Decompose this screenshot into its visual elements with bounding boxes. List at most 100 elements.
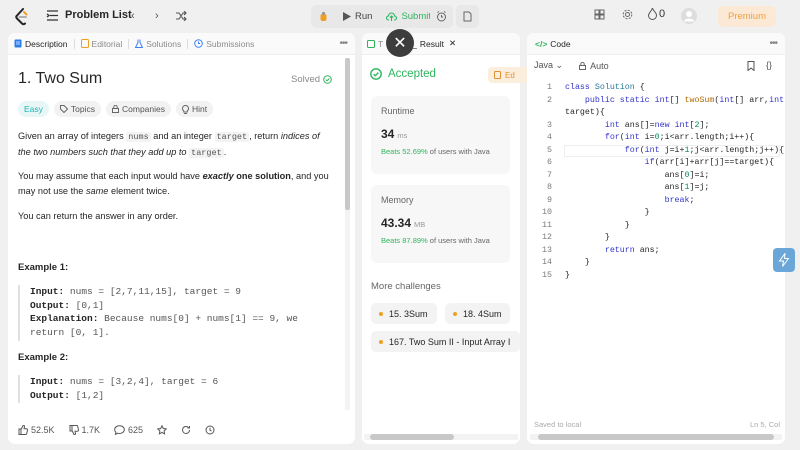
- tab-description[interactable]: Description: [8, 39, 74, 49]
- flask-icon: [135, 39, 144, 48]
- lock-icon: [579, 61, 587, 70]
- tab-code-label: Code: [550, 38, 571, 49]
- streak-counter[interactable]: 0: [648, 8, 665, 20]
- assumption-paragraph: You may assume that each input would hav…: [18, 171, 329, 196]
- layout-grid-icon[interactable]: [594, 9, 605, 20]
- code-line[interactable]: target){: [527, 107, 784, 120]
- tab-submissions[interactable]: Submissions: [188, 39, 260, 49]
- description-scrollbar[interactable]: [344, 58, 351, 418]
- code-line[interactable]: 5 for(int j=i+1;j<arr.length;j++){: [527, 145, 784, 158]
- runtime-beats: Beats 52.69% of users with Java: [381, 147, 490, 156]
- auto-mode-toggle[interactable]: Auto: [579, 60, 609, 71]
- runtime-card[interactable]: Runtime 34 ms Beats 52.69% of users with …: [371, 96, 510, 174]
- challenge-item[interactable]: 167. Two Sum II - Input Array I: [371, 331, 520, 352]
- code-line[interactable]: 13 return ans;: [527, 245, 784, 258]
- run-button[interactable]: Run: [336, 5, 379, 28]
- close-tab-icon[interactable]: ✕: [449, 38, 456, 49]
- description-tabs: Description Editorial Solutions Submissi…: [8, 33, 355, 55]
- book-icon: [80, 39, 89, 48]
- line-number: 15: [542, 270, 552, 280]
- companies-chip[interactable]: Companies: [106, 101, 171, 117]
- code-text: ans[1]=j;: [565, 183, 710, 192]
- run-label: Run: [355, 11, 373, 22]
- tab-testcase-label: T: [378, 38, 384, 49]
- code-line[interactable]: 14 }: [527, 257, 784, 270]
- panel-more-icon[interactable]: •••: [339, 38, 347, 49]
- code-line[interactable]: 9 break;: [527, 195, 784, 208]
- challenge-item[interactable]: 15. 3Sum: [371, 303, 437, 324]
- help-circle-icon[interactable]: [205, 425, 215, 435]
- close-overlay-button[interactable]: ✕: [386, 29, 414, 57]
- code-text: }: [565, 233, 610, 242]
- hint-chip[interactable]: Hint: [176, 101, 214, 117]
- timer-button[interactable]: [430, 5, 453, 28]
- bookmark-icon[interactable]: [747, 61, 755, 71]
- code-line[interactable]: 10 }: [527, 207, 784, 220]
- result-hscrollbar[interactable]: [364, 433, 518, 440]
- code-lines: 1 class Solution {2 public static int[] t…: [527, 82, 784, 282]
- debug-button[interactable]: [311, 5, 336, 28]
- play-icon: [343, 12, 351, 21]
- problem-tags: Easy Topics Companies Hint: [18, 101, 214, 117]
- tab-code[interactable]: </> Code: [527, 39, 577, 49]
- code-editor[interactable]: 1 class Solution {2 public static int[] t…: [527, 82, 784, 282]
- history-icon: [194, 39, 204, 48]
- challenge-item[interactable]: 18. 4Sum: [445, 303, 510, 324]
- example-1-heading: Example 1:: [18, 262, 69, 273]
- memory-card[interactable]: Memory 43.34 MB Beats 87.89% of users wit…: [371, 185, 510, 263]
- language-select[interactable]: Java ⌄: [534, 60, 563, 71]
- code-line[interactable]: 7 ans[0]=i;: [527, 170, 784, 183]
- dislike-button[interactable]: 1.7K: [69, 425, 100, 435]
- tag-icon: [59, 105, 68, 113]
- line-number: 3: [547, 120, 552, 130]
- code-line[interactable]: 4 for(int i=0;i<arr.length;i++){: [527, 132, 784, 145]
- alarm-clock-icon: [437, 11, 446, 22]
- tab-editorial[interactable]: Editorial: [75, 39, 129, 49]
- code-line[interactable]: 8 ans[1]=j;: [527, 182, 784, 195]
- code-text: ans[0]=i;: [565, 170, 710, 180]
- accepted-label: Accepted: [388, 68, 436, 80]
- memory-value: 43.34 MB: [381, 216, 426, 230]
- code-line[interactable]: 11 }: [527, 220, 784, 233]
- problem-title: 1. Two Sum: [18, 70, 103, 87]
- prev-problem-icon[interactable]: ‹: [131, 10, 135, 22]
- example-2-heading: Example 2:: [18, 352, 69, 363]
- code-line[interactable]: 3 int ans[]=new int[2];: [527, 120, 784, 133]
- next-problem-icon[interactable]: ›: [155, 10, 159, 22]
- topics-chip[interactable]: Topics: [53, 101, 101, 117]
- code-line[interactable]: 12 }: [527, 232, 784, 245]
- avatar[interactable]: [681, 8, 697, 24]
- scrollbar-thumb[interactable]: [370, 434, 454, 440]
- scrollbar-thumb[interactable]: [538, 434, 774, 440]
- line-number: 6: [547, 158, 552, 167]
- comments-button[interactable]: 625: [114, 425, 143, 435]
- code-line[interactable]: 1 class Solution {: [527, 82, 784, 95]
- editorial-button[interactable]: Ed: [488, 67, 528, 83]
- run-toolbar: Run Submit: [311, 5, 439, 28]
- code-line[interactable]: 6 if(arr[i]+arr[j]==target){: [527, 157, 784, 170]
- premium-button[interactable]: Premium: [718, 6, 776, 27]
- scrollbar-thumb[interactable]: [345, 58, 350, 210]
- check-circle-icon: [370, 68, 382, 80]
- code-text: public static int[] twoSum(int[] arr,int: [584, 95, 785, 105]
- tab-solutions[interactable]: Solutions: [129, 39, 187, 49]
- share-icon[interactable]: [181, 425, 191, 435]
- code-line[interactable]: 2 public static int[] twoSum(int[] arr,i…: [527, 95, 784, 108]
- cursor-position: Ln 5, Col: [750, 420, 781, 429]
- code-line[interactable]: 15}: [527, 270, 784, 283]
- shuffle-icon[interactable]: [175, 11, 187, 21]
- problem-list-title: Problem List: [65, 9, 132, 21]
- leetcode-logo-icon[interactable]: [14, 8, 30, 26]
- topics-label: Topics: [70, 104, 95, 114]
- code-hscrollbar[interactable]: [530, 433, 782, 440]
- settings-gear-icon[interactable]: [622, 9, 633, 20]
- format-braces-icon[interactable]: {}: [766, 60, 772, 70]
- star-icon[interactable]: [157, 425, 168, 435]
- problem-list-link[interactable]: Problem List: [46, 9, 132, 21]
- like-button[interactable]: 52.5K: [18, 425, 55, 435]
- book-icon: [494, 71, 501, 79]
- panel-more-icon[interactable]: •••: [769, 38, 777, 49]
- lock-icon: [112, 105, 119, 113]
- floating-assistant-button[interactable]: [773, 248, 795, 272]
- notes-button[interactable]: [456, 5, 479, 28]
